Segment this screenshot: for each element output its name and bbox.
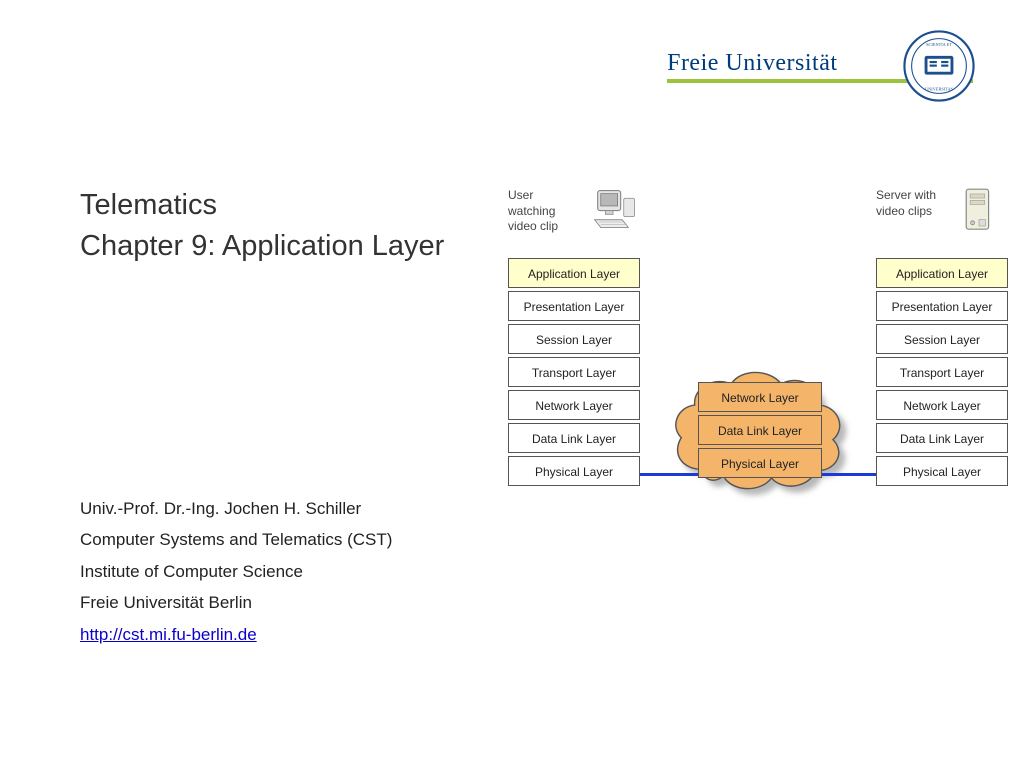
layer-phys: Physical Layer xyxy=(876,456,1008,486)
title-line-1: Telematics xyxy=(80,185,444,226)
layer-pres: Presentation Layer xyxy=(508,291,640,321)
author-university: Freie Universität Berlin xyxy=(80,587,392,618)
osi-diagram: User watching video clip Server with vid… xyxy=(508,190,1008,500)
layer-app: Application Layer xyxy=(508,258,640,288)
server-osi-stack: Application Layer Presentation Layer Ses… xyxy=(876,258,1008,486)
layer-pres: Presentation Layer xyxy=(876,291,1008,321)
layer-sess: Session Layer xyxy=(508,324,640,354)
server-caption: Server with video clips xyxy=(876,188,946,219)
user-caption: User watching video clip xyxy=(508,188,578,235)
layer-app: Application Layer xyxy=(876,258,1008,288)
author-link[interactable]: http://cst.mi.fu-berlin.de xyxy=(80,625,257,644)
layer-link: Data Link Layer xyxy=(876,423,1008,453)
layer-trans: Transport Layer xyxy=(876,357,1008,387)
cloud-layer-link: Data Link Layer xyxy=(698,415,822,445)
user-osi-stack: Application Layer Presentation Layer Ses… xyxy=(508,258,640,486)
slide-title: Telematics Chapter 9: Application Layer xyxy=(80,185,444,266)
layer-phys: Physical Layer xyxy=(508,456,640,486)
layer-net: Network Layer xyxy=(876,390,1008,420)
university-logo: Freie Universität Berlin SCIENTIA ET UNI… xyxy=(667,30,975,102)
cloud-layer-phys: Physical Layer xyxy=(698,448,822,478)
cloud-layer-net: Network Layer xyxy=(698,382,822,412)
university-seal-icon: SCIENTIA ET UNIVERSITAS xyxy=(903,30,975,102)
svg-text:UNIVERSITAS: UNIVERSITAS xyxy=(925,86,954,91)
cloud-osi-stack: Network Layer Data Link Layer Physical L… xyxy=(698,382,822,478)
network-cloud: Network Layer Data Link Layer Physical L… xyxy=(664,358,856,504)
author-name: Univ.-Prof. Dr.-Ing. Jochen H. Schiller xyxy=(80,493,392,524)
computer-icon xyxy=(590,186,636,232)
layer-net: Network Layer xyxy=(508,390,640,420)
author-institute: Institute of Computer Science xyxy=(80,556,392,587)
svg-text:SCIENTIA ET: SCIENTIA ET xyxy=(926,42,952,47)
layer-link: Data Link Layer xyxy=(508,423,640,453)
author-dept: Computer Systems and Telematics (CST) xyxy=(80,524,392,555)
server-icon xyxy=(963,186,995,234)
logo-left-text: Freie Universität xyxy=(667,50,837,76)
author-info: Univ.-Prof. Dr.-Ing. Jochen H. Schiller … xyxy=(80,493,392,650)
title-line-2: Chapter 9: Application Layer xyxy=(80,226,444,267)
layer-sess: Session Layer xyxy=(876,324,1008,354)
layer-trans: Transport Layer xyxy=(508,357,640,387)
